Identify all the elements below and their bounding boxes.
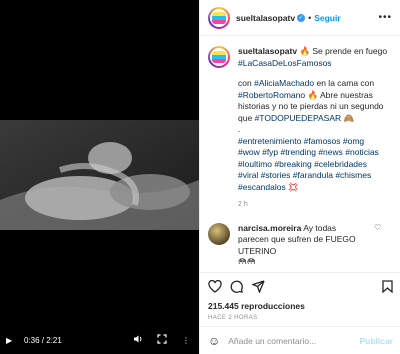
more-vertical-icon[interactable]: ⋮ (179, 336, 193, 345)
post-date: HACE 2 HORAS (208, 315, 258, 321)
caption-dot: . (238, 124, 241, 134)
caption: sueltalasopatv 🔥 Se prende en fuego #LaC… (208, 46, 392, 211)
mention-link[interactable]: #AliciaMachado (254, 78, 314, 88)
video-frame (0, 120, 199, 230)
share-icon[interactable] (251, 280, 274, 296)
caption-text-part: en la cama con (316, 78, 375, 88)
video-time: 0:36 / 2:21 (24, 335, 62, 345)
post-header: sueltalasopatv ✓ • Seguir ••• (200, 0, 400, 36)
comment-input[interactable] (228, 335, 360, 346)
commenter-avatar[interactable] (208, 222, 230, 245)
follow-button[interactable]: Seguir (314, 13, 340, 23)
avatar[interactable] (208, 6, 230, 29)
username[interactable]: sueltalasopatv (236, 13, 295, 23)
video-controls: ▶ 0:36 / 2:21 ⋮ (0, 326, 199, 354)
emoji-icon[interactable]: ☺ (208, 334, 220, 348)
post-panel: sueltalasopatv ✓ • Seguir ••• sueltalaso… (199, 0, 400, 354)
brand-logo (212, 51, 226, 63)
brand-logo (212, 11, 226, 24)
action-bar: 215.445 reproducciones HACE 2 HORAS (200, 272, 400, 321)
video-player[interactable]: ▶ 0:36 / 2:21 ⋮ (0, 0, 199, 354)
like-comment-icon[interactable]: ♡ (374, 223, 381, 265)
caption-line: 🔥 Se prende en fuego (299, 46, 388, 56)
fullscreen-icon[interactable] (155, 334, 169, 346)
verified-icon: ✓ (297, 13, 306, 22)
caption-username[interactable]: sueltalasopatv (238, 46, 297, 56)
post-age[interactable]: 2 h (238, 199, 388, 211)
more-options-icon[interactable]: ••• (378, 12, 392, 23)
comment-username[interactable]: narcisa.moreira (238, 223, 301, 233)
bookmark-icon[interactable] (382, 280, 393, 296)
comment-item: narcisa.moreira Ay todas parecen que suf… (208, 222, 392, 265)
caption-avatar[interactable] (208, 46, 230, 68)
caption-emoji: 🙈 (343, 112, 355, 123)
comment-text: narcisa.moreira Ay todas parecen que suf… (238, 223, 368, 265)
volume-icon[interactable] (131, 334, 145, 346)
add-comment-bar: ☺ Publicar (200, 326, 400, 354)
hashtag-link[interactable]: #TODOPUEDEPASAR (255, 113, 342, 123)
heart-icon[interactable] (208, 279, 230, 296)
publish-button[interactable]: Publicar (359, 336, 393, 346)
separator-dot: • (308, 12, 312, 23)
hashtag-list[interactable]: #entretenimiento #famosos #omg #wow #fyp… (238, 136, 379, 192)
comment-icon[interactable] (230, 280, 252, 296)
comments-area[interactable]: sueltalasopatv 🔥 Se prende en fuego #LaC… (200, 36, 400, 264)
comment-emoji: 😳😳 (238, 257, 256, 264)
caption-emoji: 💢 (288, 181, 299, 192)
post-modal: ▶ 0:36 / 2:21 ⋮ sueltalasopatv ✓ • Segui… (0, 0, 400, 354)
view-count[interactable]: 215.445 reproducciones (208, 301, 393, 311)
mention-link[interactable]: #RobertoRomano (238, 90, 305, 100)
caption-text-part: con (238, 78, 252, 88)
hashtag-link[interactable]: #LaCasaDeLosFamosos (238, 58, 332, 68)
caption-text: sueltalasopatv 🔥 Se prende en fuego #LaC… (238, 46, 388, 211)
play-icon[interactable]: ▶ (6, 336, 18, 345)
